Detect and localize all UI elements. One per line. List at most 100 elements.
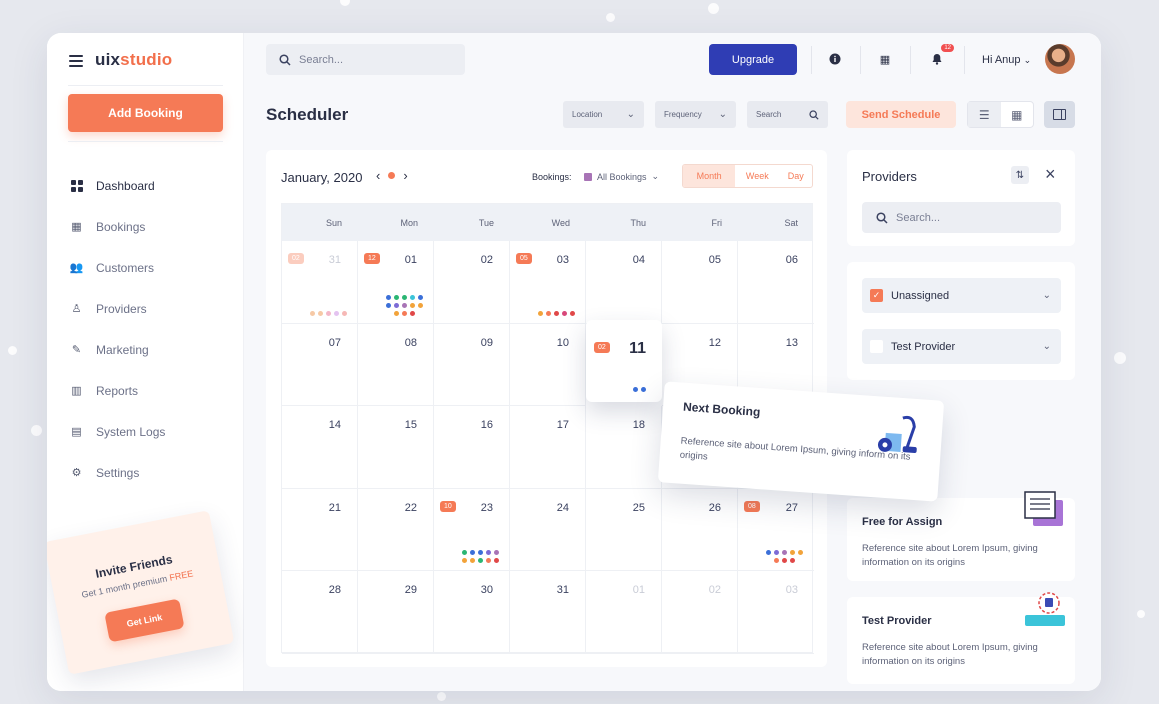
booking-dot bbox=[409, 302, 415, 308]
calendar-day-cell[interactable]: 16 bbox=[434, 406, 510, 489]
today-dot-icon[interactable] bbox=[388, 172, 396, 179]
sidebar-item-settings[interactable]: ⚙ Settings bbox=[70, 452, 165, 493]
upgrade-button[interactable]: Upgrade bbox=[709, 44, 797, 75]
calendar-day-cell[interactable]: 06 bbox=[738, 241, 814, 324]
calendar-day-cell[interactable]: 05 bbox=[662, 241, 738, 324]
frequency-label: Frequency bbox=[664, 110, 702, 119]
calendar-day-cell[interactable]: 22 bbox=[358, 488, 434, 572]
location-select[interactable]: Location ⌄ bbox=[563, 101, 644, 128]
calendar-day-cell[interactable]: 09 bbox=[434, 323, 510, 407]
calendar-day-cell[interactable]: 24 bbox=[510, 488, 586, 572]
close-icon[interactable]: × bbox=[1045, 164, 1056, 185]
marketing-icon: ✎ bbox=[71, 344, 82, 356]
booking-dot bbox=[409, 294, 415, 300]
provider-option-test-provider[interactable]: Test Provider ⌄ bbox=[862, 329, 1061, 364]
calendar-day-cell[interactable]: 08 27 bbox=[738, 489, 814, 572]
calendar-day-cell[interactable]: 02 31 bbox=[282, 241, 358, 324]
provider-option-label: Test Provider bbox=[891, 340, 956, 353]
calendar-day-cell[interactable]: 12 01 bbox=[358, 241, 434, 324]
day-number: 02 bbox=[480, 254, 493, 266]
toolbar-search-input[interactable]: Search bbox=[747, 101, 828, 128]
calendar-day-cell[interactable]: 15 bbox=[358, 406, 434, 489]
provider-options-card: ✓ Unassigned ⌄ Test Provider ⌄ bbox=[847, 262, 1075, 380]
tab-day[interactable]: Day bbox=[780, 165, 813, 187]
swap-icon[interactable]: ⇅ bbox=[1011, 166, 1029, 184]
weekday-label: Thu bbox=[630, 217, 646, 228]
calendar-day-cell[interactable]: 10 23 bbox=[434, 488, 510, 572]
test-provider-card[interactable]: Test Provider Reference site about Lorem… bbox=[847, 592, 1075, 684]
booking-dot bbox=[393, 310, 399, 316]
sidebar-item-dashboard[interactable]: Dashboard bbox=[70, 165, 165, 206]
next-booking-card[interactable]: Next Booking Reference site about Lorem … bbox=[657, 381, 945, 502]
calendar-month-label: January, 2020 bbox=[281, 170, 363, 185]
send-schedule-button[interactable]: Send Schedule bbox=[846, 101, 956, 128]
calendar-day-cell[interactable]: 02 bbox=[662, 571, 738, 654]
booking-count-badge: 02 bbox=[288, 253, 304, 264]
calendar-day-cell[interactable]: 31 bbox=[510, 571, 586, 654]
list-view-icon[interactable]: ☰ bbox=[968, 102, 1001, 127]
sidebar-item-label: Settings bbox=[96, 465, 140, 480]
menu-icon[interactable] bbox=[69, 55, 83, 67]
get-link-button[interactable]: Get Link bbox=[104, 598, 185, 643]
checkbox-unchecked[interactable] bbox=[870, 340, 883, 353]
calendar-day-cell[interactable]: 29 bbox=[358, 571, 434, 654]
booking-dot bbox=[798, 550, 803, 556]
frequency-select[interactable]: Frequency ⌄ bbox=[655, 101, 736, 128]
booking-dot bbox=[485, 558, 491, 564]
chevron-right-icon[interactable]: › bbox=[403, 168, 407, 183]
calendar-day-cell[interactable]: 18 bbox=[586, 406, 662, 489]
calendar-day-cell[interactable]: 07 bbox=[282, 323, 358, 407]
search-input[interactable]: Search... bbox=[266, 44, 465, 75]
bookings-filter-select[interactable]: All Bookings ⌄ bbox=[584, 171, 659, 182]
calendar-day-cell[interactable]: 17 bbox=[510, 406, 586, 489]
calendar-day-cell[interactable]: 30 bbox=[434, 571, 510, 654]
checkbox-checked[interactable]: ✓ bbox=[870, 289, 883, 302]
booking-dot bbox=[493, 550, 499, 556]
calendar-day-cell[interactable]: 28 bbox=[282, 571, 358, 654]
provider-option-unassigned[interactable]: ✓ Unassigned ⌄ bbox=[862, 278, 1061, 313]
sidebar-item-providers[interactable]: ♙ Providers bbox=[70, 288, 165, 329]
booking-dot bbox=[341, 310, 347, 316]
calendar-day-cell[interactable]: 26 bbox=[662, 488, 738, 572]
user-greeting[interactable]: Hi Anup ⌄ bbox=[982, 54, 1031, 66]
calendar-day-cell[interactable]: 02 bbox=[434, 241, 510, 324]
calendar-day-cell[interactable]: 05 03 bbox=[510, 241, 586, 324]
sidebar-nav: Dashboard ▦ Bookings 👥 Customers ♙ Provi… bbox=[70, 165, 166, 493]
info-icon[interactable] bbox=[826, 50, 844, 68]
add-booking-button[interactable]: Add Booking bbox=[68, 94, 223, 132]
day-number: 24 bbox=[556, 501, 569, 514]
calendar-day-cell[interactable]: 04 bbox=[586, 241, 662, 324]
calendar-day-cell[interactable]: 03 bbox=[738, 571, 814, 654]
day-number: 03 bbox=[556, 254, 569, 266]
sidebar-item-bookings[interactable]: ▦ Bookings bbox=[70, 206, 165, 247]
booking-dots bbox=[633, 387, 646, 393]
sidebar-item-customers[interactable]: 👥 Customers bbox=[70, 247, 165, 288]
calendar-day-cell[interactable]: 01 bbox=[586, 571, 662, 654]
providers-search-input[interactable]: Search... bbox=[862, 202, 1061, 233]
tab-month[interactable]: Month bbox=[683, 165, 736, 187]
sidebar-item-marketing[interactable]: ✎ Marketing bbox=[70, 329, 165, 370]
sidebar-item-reports[interactable]: ▥ Reports bbox=[70, 370, 165, 411]
calendar-day-cell[interactable]: 10 bbox=[510, 323, 586, 407]
day-number: 29 bbox=[404, 584, 417, 597]
providers-icon: ♙ bbox=[71, 303, 82, 315]
day-number: 02 bbox=[708, 584, 721, 597]
calendar-day-cell[interactable]: 25 bbox=[586, 488, 662, 572]
chevron-left-icon[interactable]: ‹ bbox=[376, 168, 380, 183]
calendar-day-cell[interactable]: 14 bbox=[282, 406, 358, 489]
free-for-assign-card[interactable]: Free for Assign Reference site about Lor… bbox=[847, 491, 1075, 581]
booking-dot bbox=[641, 387, 646, 393]
calendar-nav: ‹ › bbox=[376, 168, 408, 183]
calendar-day-cell[interactable]: 08 bbox=[358, 323, 434, 407]
notification-bell-icon[interactable]: 12 bbox=[928, 44, 954, 68]
calendar-icon[interactable]: ▦ bbox=[876, 50, 894, 68]
logo: uixstudio bbox=[95, 50, 172, 70]
avatar[interactable] bbox=[1045, 44, 1075, 74]
side-panel-toggle-icon[interactable] bbox=[1044, 101, 1075, 128]
calendar-day-cell[interactable]: 21 bbox=[282, 488, 358, 572]
tab-week[interactable]: Week bbox=[735, 165, 779, 187]
providers-title: Providers bbox=[862, 169, 917, 184]
sidebar-item-system-logs[interactable]: ▤ System Logs bbox=[70, 411, 165, 452]
calendar-day-cell[interactable]: 02 11 bbox=[586, 319, 662, 403]
calendar-view-icon[interactable]: ▦ bbox=[1001, 102, 1034, 127]
